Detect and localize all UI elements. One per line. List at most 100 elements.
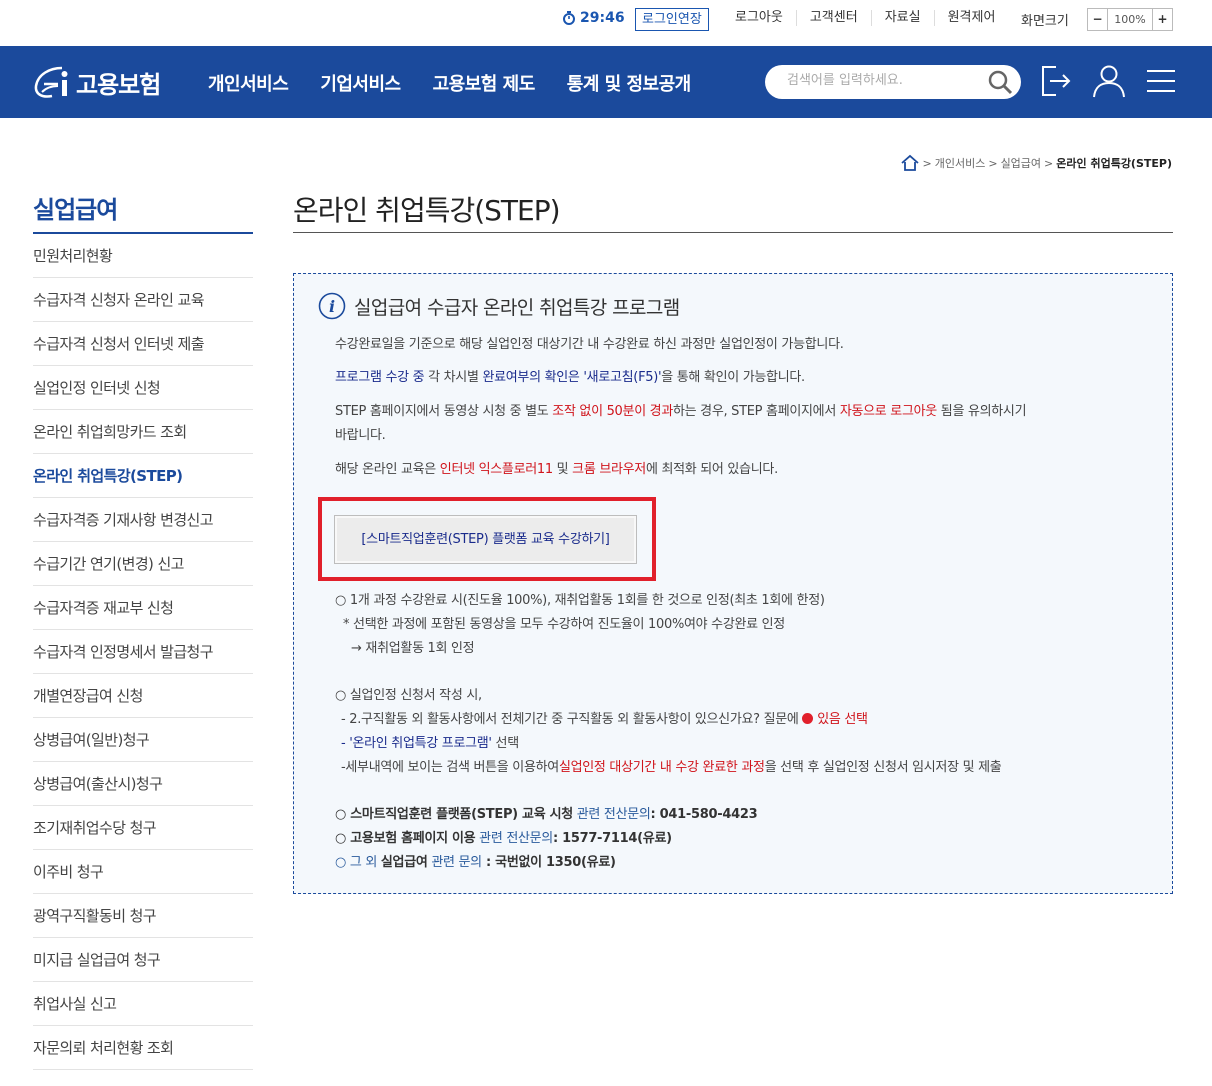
- site-logo[interactable]: 고용보험: [32, 62, 161, 102]
- text-segment: - '온라인 취업특강 프로그램': [341, 736, 492, 751]
- login-extend-button[interactable]: 로그인연장: [635, 8, 709, 31]
- sidebar-item[interactable]: 수급자격 신청자 온라인 교육: [33, 278, 253, 322]
- breadcrumb-item[interactable]: 개인서비스: [935, 155, 986, 171]
- text-segment: 크롬 브라우저: [572, 462, 646, 477]
- timer-value: 29:46: [580, 10, 625, 26]
- text-segment: 있음 선택: [813, 712, 868, 727]
- text-segment: - 2.구직활동 외 활동사항에서 전체기간 중 구직활동 외 활동사항이 있으…: [341, 712, 803, 727]
- sidebar-item[interactable]: 광역구직활동비 청구: [33, 894, 253, 938]
- apply-step-1: - 2.구직활동 외 활동사항에서 전체기간 중 구직활동 외 활동사항이 있으…: [341, 708, 868, 732]
- remote-control-link[interactable]: 원격제어: [933, 10, 1009, 26]
- home-icon[interactable]: [900, 154, 920, 172]
- completion-rule: ○ 1개 과정 수강완료 시(진도율 100%), 재취업활동 1회를 한 것으…: [335, 593, 825, 608]
- red-radio-dot-icon: [802, 713, 814, 724]
- menu-personal-services[interactable]: 개인서비스: [208, 70, 289, 96]
- text-segment: 됨을 유의하시기: [936, 404, 1027, 419]
- contact-other: ○ 그 외 실업급여 관련 문의 : 국번없이 1350(유료): [335, 851, 616, 875]
- text-segment: 관련 문의: [427, 855, 482, 870]
- svg-text:i: i: [329, 297, 335, 316]
- search-input[interactable]: [787, 73, 977, 88]
- sidebar-item[interactable]: 수급자격 신청서 인터넷 제출: [33, 322, 253, 366]
- sidebar-item[interactable]: 실업인정 인터넷 신청: [33, 366, 253, 410]
- text-segment: 인터넷 익스플로러11: [439, 462, 553, 477]
- logout-link[interactable]: 로그아웃: [722, 10, 796, 26]
- sidebar-item[interactable]: 수급자격 인정명세서 발급청구: [33, 630, 253, 674]
- text-segment: 에 최적화 되어 있습니다.: [645, 462, 778, 477]
- sidebar-item[interactable]: 상병급여(출산시)청구: [33, 762, 253, 806]
- breadcrumb-separator: >: [988, 156, 998, 170]
- breadcrumb-separator: >: [1044, 156, 1054, 170]
- text-segment: 완료여부의 확인은 '새로고침(F5)': [482, 370, 662, 385]
- apply-step-2: - '온라인 취업특강 프로그램' 선택: [341, 732, 519, 756]
- search-icon[interactable]: [987, 69, 1013, 95]
- completion-result: → 재취업활동 1회 인정: [351, 641, 475, 656]
- text-segment: : 국번없이 1350(유료): [481, 855, 616, 870]
- text-segment: 각 차시별: [424, 370, 483, 385]
- menu-business-services[interactable]: 기업서비스: [320, 70, 401, 96]
- text-segment: ○ 그 외: [335, 855, 381, 870]
- sidebar-item[interactable]: 민원처리현황: [33, 234, 253, 278]
- text-segment: 을 통해 확인이 가능합니다.: [661, 370, 805, 385]
- sidebar-item[interactable]: 개별연장급여 신청: [33, 674, 253, 718]
- text-segment: 프로그램 수강 중: [335, 370, 425, 385]
- logout-icon[interactable]: [1038, 63, 1074, 99]
- breadcrumb-separator: >: [922, 156, 932, 170]
- text-segment: ○ 고용보험 홈페이지 이용: [335, 831, 476, 846]
- hamburger-menu-icon[interactable]: [1143, 63, 1179, 99]
- text-segment: 관련 전산문의: [572, 807, 651, 822]
- user-icon[interactable]: [1091, 63, 1127, 99]
- apply-heading: ○ 실업인정 신청서 작성 시,: [335, 688, 482, 703]
- sidebar-item[interactable]: 수급자격증 재교부 신청: [33, 586, 253, 630]
- text-segment: 바랍니다.: [335, 428, 386, 443]
- sidebar-item[interactable]: 조기재취업수당 청구: [33, 806, 253, 850]
- notice-line-3: STEP 홈페이지에서 동영상 시청 중 별도 조작 없이 50분이 경과하는 …: [335, 400, 1135, 448]
- customer-center-link[interactable]: 고객센터: [795, 10, 871, 26]
- sidebar-item[interactable]: 이주비 청구: [33, 850, 253, 894]
- sidebar-item[interactable]: 자문의뢰 처리현황 조회: [33, 1026, 253, 1070]
- search-box: [765, 65, 1021, 99]
- zoom-control: − 100% +: [1087, 8, 1173, 31]
- text-segment: 해당 온라인 교육은: [335, 462, 440, 477]
- breadcrumb-item[interactable]: 실업급여: [1001, 155, 1041, 171]
- zoom-out-button[interactable]: −: [1088, 9, 1107, 30]
- zoom-label: 화면크기: [1021, 14, 1069, 29]
- utility-bar: 29:46 로그인연장 로그아웃 고객센터 자료실 원격제어 화면크기 − 10…: [0, 0, 1212, 46]
- info-box-header: i 실업급여 수급자 온라인 취업특강 프로그램: [318, 292, 680, 320]
- text-segment: 자동으로 로그아웃: [839, 404, 937, 419]
- apply-step-3: -세부내역에 보이는 검색 버튼을 이용하여실업인정 대상기간 내 수강 완료한…: [341, 756, 1002, 780]
- main-menu: 개인서비스 기업서비스 고용보험 제도 통계 및 정보공개: [208, 70, 691, 96]
- text-segment: : 1577-7114(유료): [552, 831, 672, 846]
- breadcrumb: > 개인서비스 > 실업급여 > 온라인 취업특강(STEP): [900, 154, 1172, 172]
- zoom-in-button[interactable]: +: [1153, 9, 1172, 30]
- notice-line-1: 수강완료일을 기준으로 해당 실업인정 대상기간 내 수강완료 하신 과정만 실…: [335, 337, 844, 352]
- contact-step: ○ 스마트직업훈련 플랫폼(STEP) 교육 시청 관련 전산문의: 041-5…: [335, 803, 758, 827]
- sidebar-item[interactable]: 상병급여(일반)청구: [33, 718, 253, 762]
- global-header: 고용보험 개인서비스 기업서비스 고용보험 제도 통계 및 정보공개: [0, 46, 1212, 118]
- completion-note: * 선택한 과정에 포함된 동영상을 모두 수강하여 진도율이 100%여야 수…: [343, 617, 785, 632]
- text-segment: 하는 경우, STEP 홈페이지에서: [673, 404, 840, 419]
- sidebar-item[interactable]: 수급자격증 기재사항 변경신고: [33, 498, 253, 542]
- text-segment: 을 선택 후 실업인정 신청서 임시저장 및 제출: [764, 760, 1002, 775]
- ei-logo-icon: [34, 66, 68, 98]
- info-box: i 실업급여 수급자 온라인 취업특강 프로그램 수강완료일을 기준으로 해당 …: [293, 273, 1173, 894]
- sidebar-item[interactable]: 취업사실 신고: [33, 982, 253, 1026]
- text-segment: 실업인정 대상기간 내 수강 완료한 과정: [558, 760, 765, 775]
- text-segment: 실업급여: [380, 855, 428, 870]
- page-title: 온라인 취업특강(STEP): [293, 189, 1173, 233]
- stopwatch-icon: [563, 11, 575, 25]
- sidebar-item-active[interactable]: 온라인 취업특강(STEP): [33, 454, 253, 498]
- menu-insurance-system[interactable]: 고용보험 제도: [433, 70, 536, 96]
- text-segment: 조작 없이 50분이 경과: [552, 404, 674, 419]
- sidebar-item[interactable]: 수급기간 연기(변경) 신고: [33, 542, 253, 586]
- text-segment: : 041-580-4423: [650, 807, 758, 822]
- archive-link[interactable]: 자료실: [870, 10, 934, 26]
- menu-statistics[interactable]: 통계 및 정보공개: [567, 70, 691, 96]
- sidebar-menu: 민원처리현황 수급자격 신청자 온라인 교육 수급자격 신청서 인터넷 제출 실…: [33, 234, 253, 1070]
- sidebar-item[interactable]: 온라인 취업희망카드 조회: [33, 410, 253, 454]
- logo-text: 고용보험: [76, 70, 161, 99]
- sidebar-item[interactable]: 미지급 실업급여 청구: [33, 938, 253, 982]
- notice-line-2: 프로그램 수강 중 각 차시별 완료여부의 확인은 '새로고침(F5)'을 통해…: [335, 366, 805, 390]
- utility-links: 로그아웃 고객센터 자료실 원격제어: [722, 10, 1008, 26]
- step-course-button[interactable]: [스마트직업훈련(STEP) 플랫폼 교육 수강하기]: [334, 515, 637, 564]
- zoom-value: 100%: [1107, 9, 1153, 30]
